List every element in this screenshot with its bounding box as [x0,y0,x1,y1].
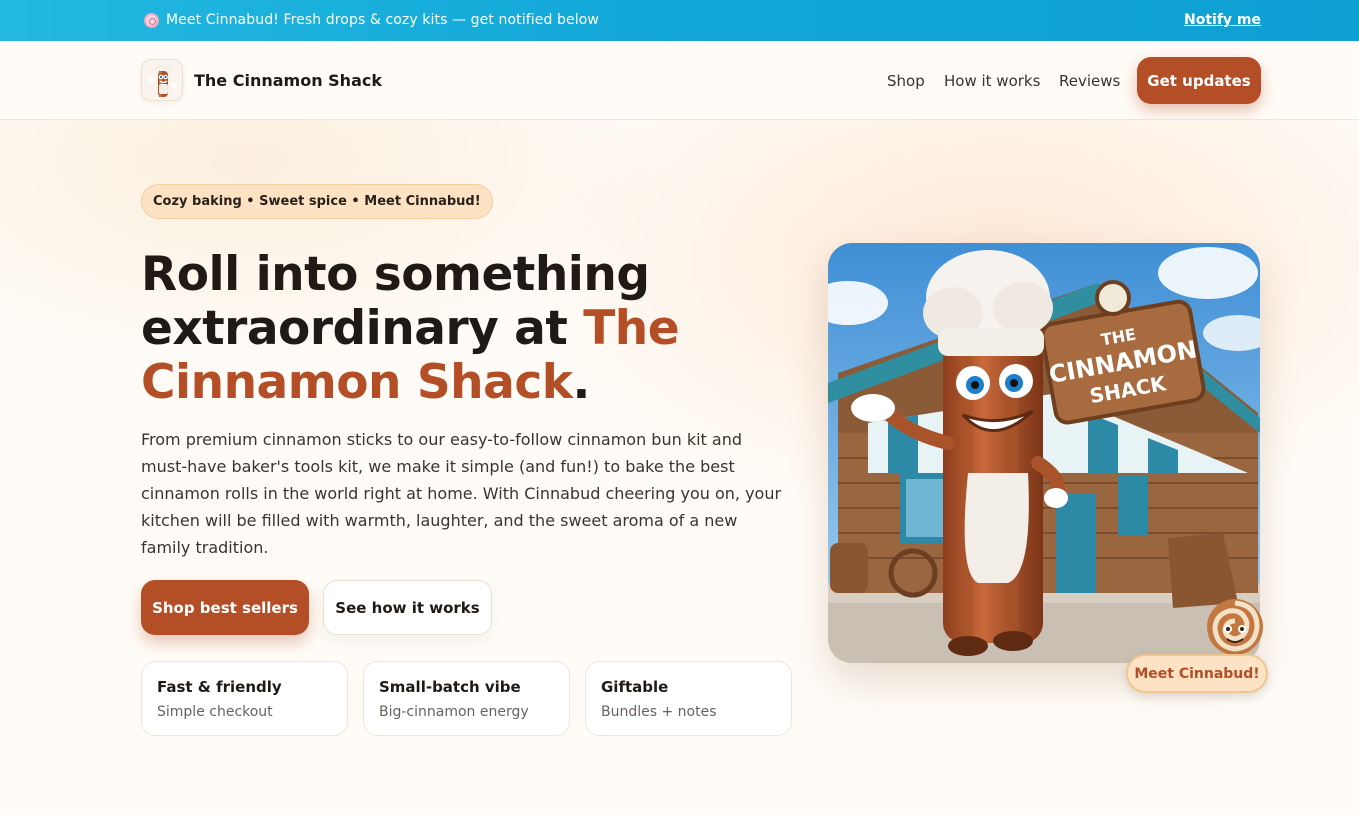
feature-subtitle: Bundles + notes [601,704,717,720]
site-header: The Cinnamon Shack Shop How it works Rev… [0,41,1359,120]
feature-title: Fast & friendly [157,678,282,696]
mascot-storefront-image: THE CINNAMON SHACK [828,243,1260,663]
cinnamon-roll-icon [144,13,159,28]
feature-subtitle: Big-cinnamon energy [379,704,529,720]
headline-period: . [572,355,590,410]
shop-best-sellers-button[interactable]: Shop best sellers [141,580,309,635]
hero-description: From premium cinnamon sticks to our easy… [141,430,782,557]
tagline-pill: Cozy baking • Sweet spice • Meet Cinnabu… [141,184,493,219]
cinnabud-logo-icon [142,60,182,100]
hero-headline: Roll into something extraordinary at The… [141,248,781,410]
feature-title: Small-batch vibe [379,678,521,696]
announcement-bar: Meet Cinnabud! Fresh drops & cozy kits —… [0,0,1359,41]
meet-cinnabud-button[interactable]: Meet Cinnabud! [1126,654,1268,693]
nav-shop[interactable]: Shop [887,72,925,90]
notify-me-link[interactable]: Notify me [1184,12,1261,28]
get-updates-button[interactable]: Get updates [1137,57,1261,104]
headline-text: Roll into something extraordinary at [141,247,650,356]
feature-subtitle: Simple checkout [157,704,273,720]
nav-reviews[interactable]: Reviews [1059,72,1120,90]
feature-title: Giftable [601,678,669,696]
nav-how-it-works[interactable]: How it works [944,72,1040,90]
feature-card: Small-batch vibe Big-cinnamon energy [363,661,570,736]
hero-section: Cozy baking • Sweet spice • Meet Cinnabu… [0,120,1359,815]
feature-card: Fast & friendly Simple checkout [141,661,348,736]
announcement-text: Meet Cinnabud! Fresh drops & cozy kits —… [166,12,599,28]
cinnamon-bun-mascot-icon [1207,599,1263,655]
brand-logo[interactable] [141,59,183,101]
cinnabud-shop-illustration: THE CINNAMON SHACK [828,243,1260,663]
see-how-it-works-button[interactable]: See how it works [323,580,492,635]
brand-name[interactable]: The Cinnamon Shack [194,71,382,90]
feature-card: Giftable Bundles + notes [585,661,792,736]
